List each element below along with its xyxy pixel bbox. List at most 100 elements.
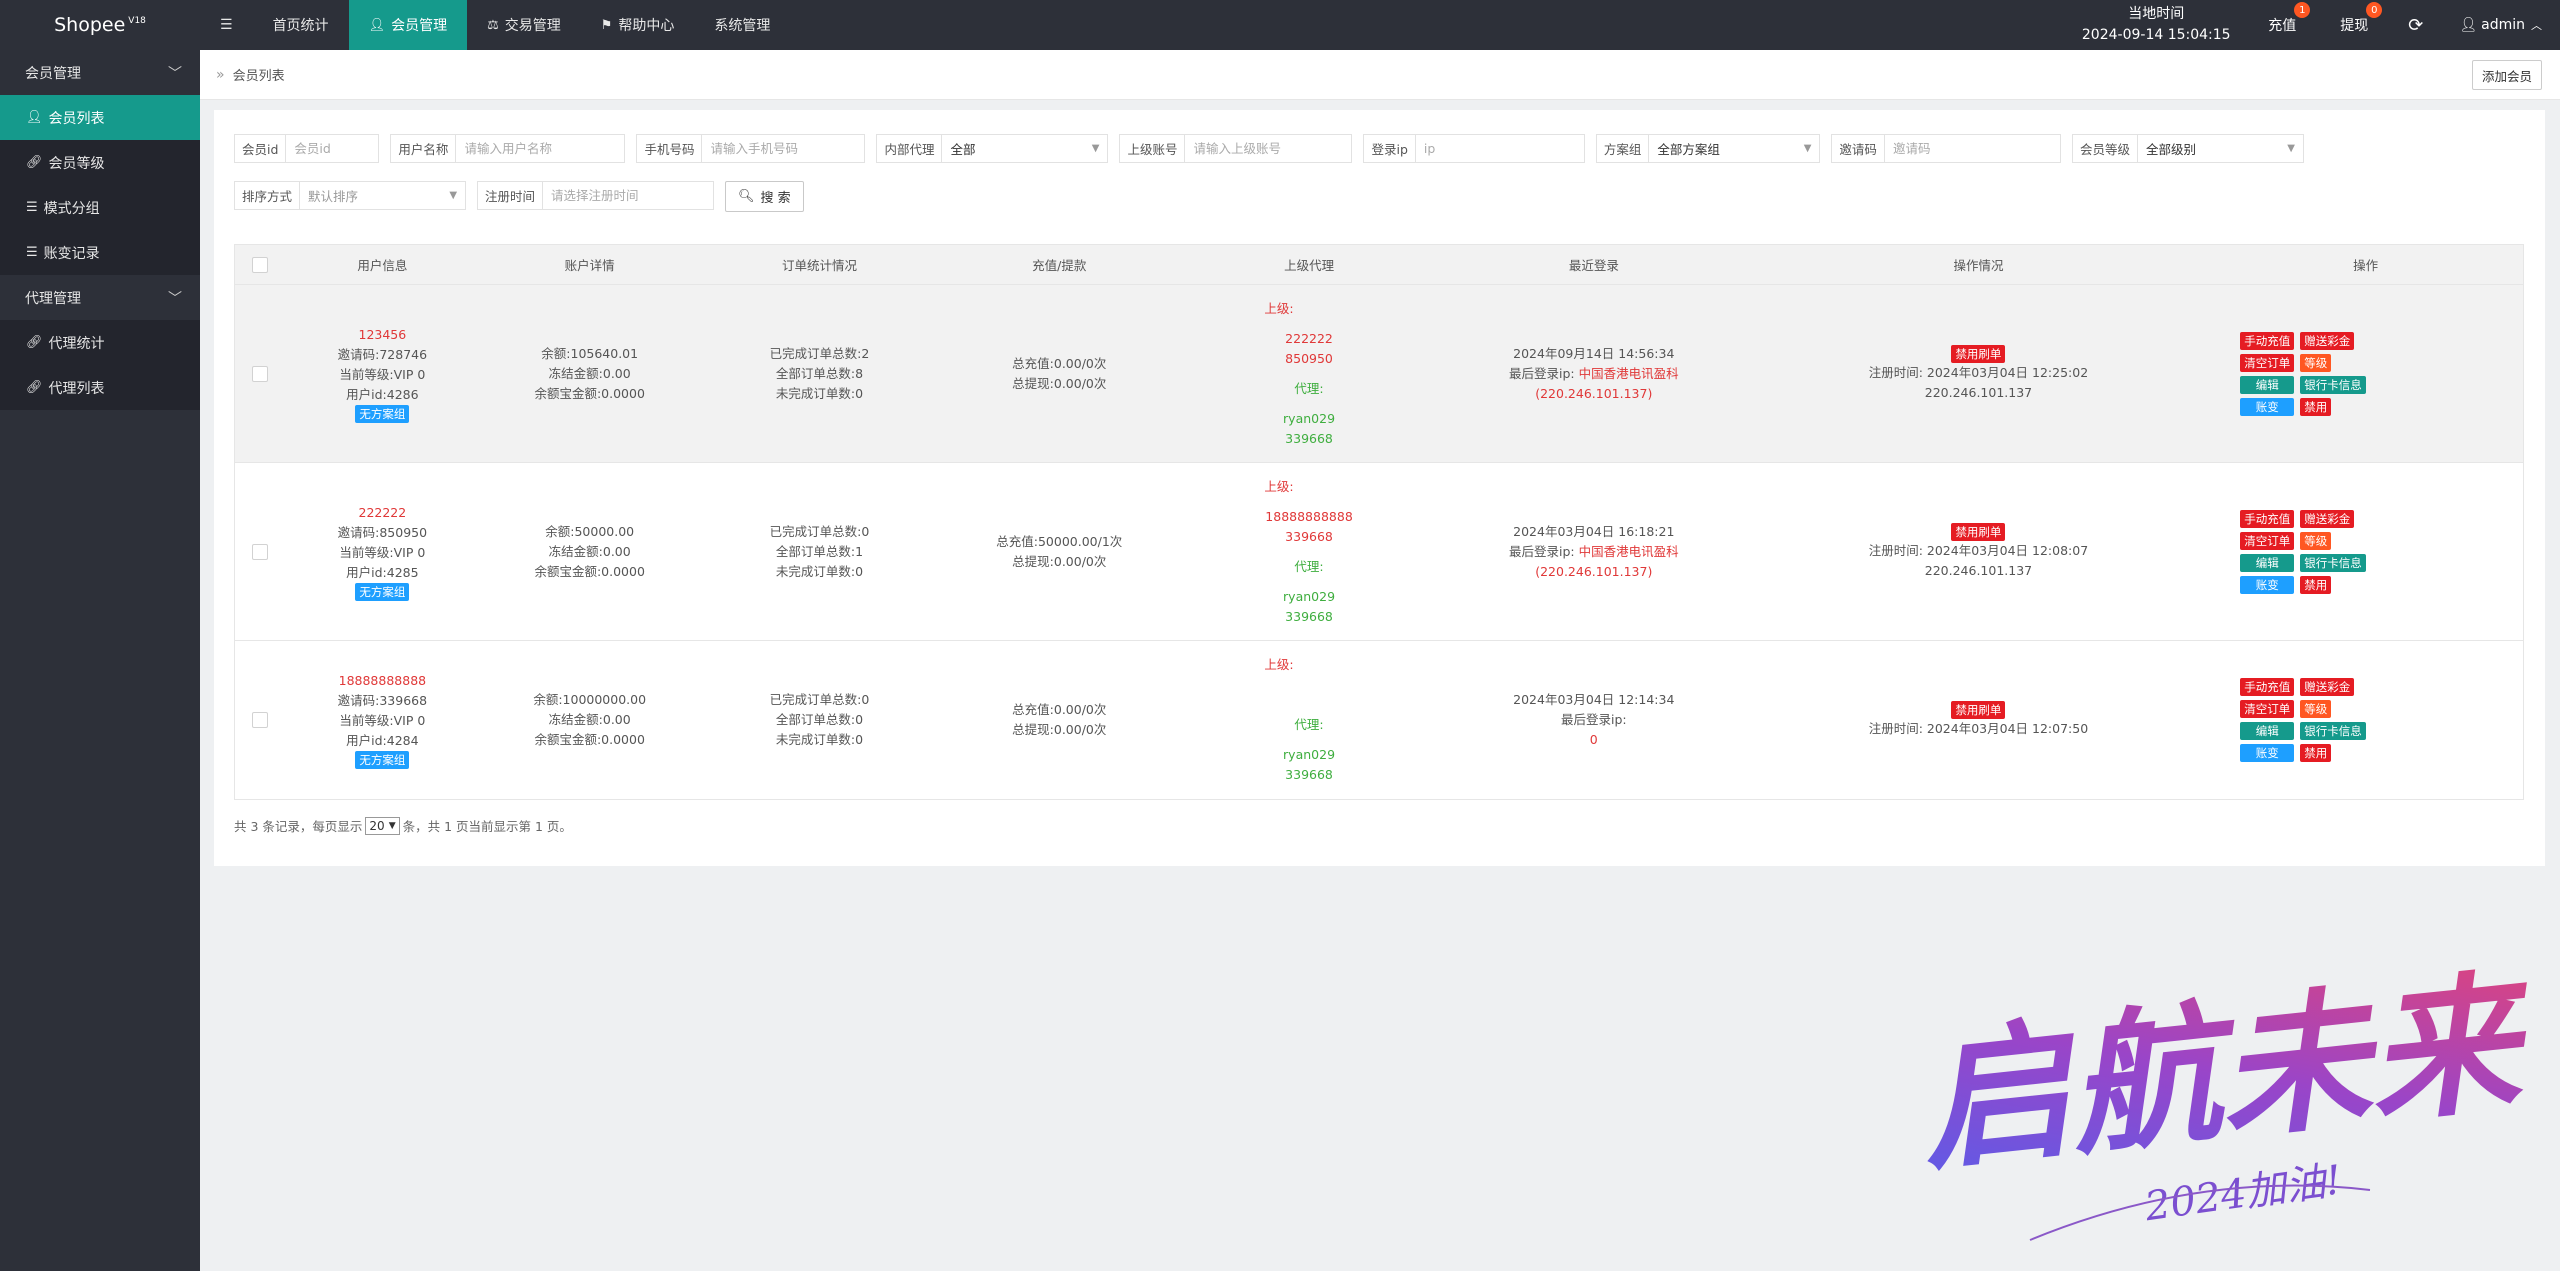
filter-reg-time: 注册时间 bbox=[477, 181, 715, 210]
sidebar-group-member[interactable]: 会员管理 ﹀ bbox=[0, 50, 200, 95]
column-header: 用户信息 bbox=[357, 258, 408, 273]
edit-button[interactable]: 编辑 bbox=[2240, 722, 2295, 740]
username-input[interactable] bbox=[456, 135, 625, 162]
app-logo[interactable]: Shopee V18 bbox=[0, 0, 200, 50]
disable-button[interactable]: 禁用 bbox=[2300, 397, 2332, 416]
bank-card-button[interactable]: 银行卡信息 bbox=[2300, 722, 2366, 740]
refresh-button[interactable]: ⟳ bbox=[2390, 0, 2441, 50]
gift-bonus-button[interactable]: 赠送彩金 bbox=[2300, 331, 2355, 350]
account-change-button[interactable]: 账变 bbox=[2240, 575, 2295, 594]
clear-orders-button[interactable]: 清空订单 bbox=[2240, 353, 2295, 372]
ban-order-badge[interactable]: 禁用刷单 bbox=[1951, 701, 2006, 719]
withdraw-link[interactable]: 提现 0 bbox=[2318, 0, 2390, 50]
internal-agent-select[interactable]: 全部 ▼ bbox=[942, 135, 1107, 162]
topnav-help-center[interactable]: ⚑ 帮助中心 bbox=[581, 0, 695, 50]
disable-button[interactable]: 禁用 bbox=[2300, 575, 2332, 594]
filter-form: 会员id 用户名称 手机号码 内部代理全部 ▼ 上级账号 登录ip 方案组全部方案… bbox=[234, 134, 2534, 230]
ban-order-badge[interactable]: 禁用刷单 bbox=[1951, 344, 2006, 363]
undone-orders: 未完成订单数:0 bbox=[775, 563, 864, 579]
sidebar-item-member-level[interactable]: 🔗︎ 会员等级 bbox=[0, 140, 200, 185]
agent-label: 代理: bbox=[1294, 558, 1324, 574]
bank-card-button[interactable]: 银行卡信息 bbox=[2300, 553, 2366, 572]
reg-ip: 220.246.101.137 bbox=[1924, 562, 2033, 578]
operation-status-cell: 禁用刷单 注册时间: 2024年03月04日 12:07:50 bbox=[1749, 641, 2209, 799]
breadcrumb-current[interactable]: 会员列表 bbox=[233, 65, 285, 84]
orders-cell: 已完成订单总数:2 全部订单总数:8 未完成订单数:0 bbox=[700, 285, 940, 462]
bank-card-button[interactable]: 银行卡信息 bbox=[2300, 375, 2366, 394]
level-button[interactable]: 等级 bbox=[2300, 700, 2332, 718]
edit-button[interactable]: 编辑 bbox=[2240, 375, 2295, 394]
add-member-button[interactable]: 添加会员 bbox=[2471, 60, 2542, 90]
manual-recharge-button[interactable]: 手动充值 bbox=[2240, 331, 2295, 350]
topnav-member-management[interactable]: 👤︎ 会员管理 bbox=[348, 0, 468, 50]
user-menu[interactable]: 👤︎ admin ︿ bbox=[2441, 0, 2560, 50]
row-checkbox[interactable] bbox=[251, 365, 268, 382]
row-checkbox-cell bbox=[235, 463, 285, 640]
group-badge[interactable]: 无方案组 bbox=[355, 751, 410, 769]
username[interactable]: 222222 bbox=[359, 503, 407, 523]
local-time-value: 2024-09-14 15:04:15 bbox=[2081, 27, 2231, 43]
link-icon: 🔗︎ bbox=[26, 380, 43, 395]
member-id-input[interactable] bbox=[286, 135, 379, 162]
group-badge[interactable]: 无方案组 bbox=[355, 582, 410, 601]
username[interactable]: 123456 bbox=[359, 325, 407, 345]
topnav-label: 系统管理 bbox=[714, 18, 771, 34]
total-recharge: 总充值:0.00/0次 bbox=[1012, 355, 1107, 371]
sidebar-item-mode-group[interactable]: ☰ 模式分组 bbox=[0, 185, 200, 230]
manual-recharge-button[interactable]: 手动充值 bbox=[2240, 509, 2295, 528]
login-ip-input[interactable] bbox=[1415, 135, 1584, 162]
agent-name: ryan029 bbox=[1283, 588, 1336, 604]
frozen-amount: 冻结金额:0.00 bbox=[548, 543, 631, 559]
reg-time-input[interactable] bbox=[543, 182, 714, 209]
ban-order-badge[interactable]: 禁用刷单 bbox=[1951, 522, 2006, 541]
edit-button[interactable]: 编辑 bbox=[2240, 553, 2295, 572]
all-orders: 全部订单总数:1 bbox=[775, 543, 864, 559]
manual-recharge-button[interactable]: 手动充值 bbox=[2240, 678, 2295, 696]
disable-button[interactable]: 禁用 bbox=[2300, 744, 2332, 762]
superior-label: 上级: bbox=[1264, 478, 1294, 494]
select-all-checkbox[interactable] bbox=[251, 256, 268, 273]
done-orders: 已完成订单总数:2 bbox=[769, 345, 870, 361]
recharge-label: 充值 bbox=[2268, 18, 2297, 34]
top-nav: ☰ 首页统计 👤︎ 会员管理 ⚖ 交易管理 ⚑ 帮助中心 系统管理 bbox=[200, 0, 790, 50]
column-header: 操作情况 bbox=[1953, 258, 2004, 273]
topnav-trade-management[interactable]: ⚖ 交易管理 bbox=[467, 0, 581, 50]
sidebar-item-member-list[interactable]: 👤︎ 会员列表 bbox=[0, 95, 200, 140]
page-size-select[interactable]: 20 ▼ bbox=[365, 816, 400, 835]
menu-toggle-button[interactable]: ☰ bbox=[200, 0, 253, 50]
sidebar-group-agent[interactable]: 代理管理 ﹀ bbox=[0, 275, 200, 320]
caret-down-icon: ▼ bbox=[449, 190, 458, 201]
gift-bonus-button[interactable]: 赠送彩金 bbox=[2300, 509, 2355, 528]
topnav-home-stats[interactable]: 首页统计 bbox=[253, 0, 349, 50]
row-checkbox[interactable] bbox=[251, 543, 268, 560]
phone-input[interactable] bbox=[702, 135, 865, 162]
topnav-system-management[interactable]: 系统管理 bbox=[694, 0, 790, 50]
superior-input[interactable] bbox=[1185, 135, 1352, 162]
search-button[interactable]: 🔍︎ 搜 索 bbox=[725, 181, 804, 212]
sidebar-item-agent-stats[interactable]: 🔗︎ 代理统计 bbox=[0, 320, 200, 365]
username[interactable]: 18888888888 bbox=[339, 671, 426, 691]
filter-superior: 上级账号 bbox=[1119, 134, 1353, 163]
row-checkbox[interactable] bbox=[251, 712, 268, 728]
sidebar-item-agent-list[interactable]: 🔗︎ 代理列表 bbox=[0, 365, 200, 410]
level-button[interactable]: 等级 bbox=[2300, 353, 2332, 372]
column-header: 订单统计情况 bbox=[781, 258, 857, 273]
clear-orders-button[interactable]: 清空订单 bbox=[2240, 700, 2295, 718]
member-level-select[interactable]: 全部级别 ▼ bbox=[2138, 135, 2303, 162]
clear-orders-button[interactable]: 清空订单 bbox=[2240, 531, 2295, 550]
recharge-link[interactable]: 充值 1 bbox=[2246, 0, 2318, 50]
sidebar-item-label: 代理列表 bbox=[48, 380, 105, 397]
account-change-button[interactable]: 账变 bbox=[2240, 397, 2295, 416]
member-table: 用户信息 账户详情 订单统计情况 充值/提款 上级代理 最近登录 操作情况 操作… bbox=[234, 244, 2524, 800]
sidebar-item-label: 会员等级 bbox=[48, 155, 105, 172]
plan-group-select[interactable]: 全部方案组 ▼ bbox=[1649, 135, 1819, 162]
invite-code-input[interactable] bbox=[1884, 135, 2060, 162]
gift-bonus-button[interactable]: 赠送彩金 bbox=[2300, 678, 2355, 696]
level-button[interactable]: 等级 bbox=[2300, 531, 2332, 550]
sidebar-item-account-change[interactable]: ☰ 账变记录 bbox=[0, 230, 200, 275]
group-badge[interactable]: 无方案组 bbox=[355, 404, 410, 423]
user-id: 用户id:4284 bbox=[346, 733, 419, 748]
sort-select[interactable]: 默认排序 ▼ bbox=[300, 182, 465, 209]
account-change-button[interactable]: 账变 bbox=[2240, 744, 2295, 762]
superior-name: 222222 bbox=[1285, 330, 1333, 346]
